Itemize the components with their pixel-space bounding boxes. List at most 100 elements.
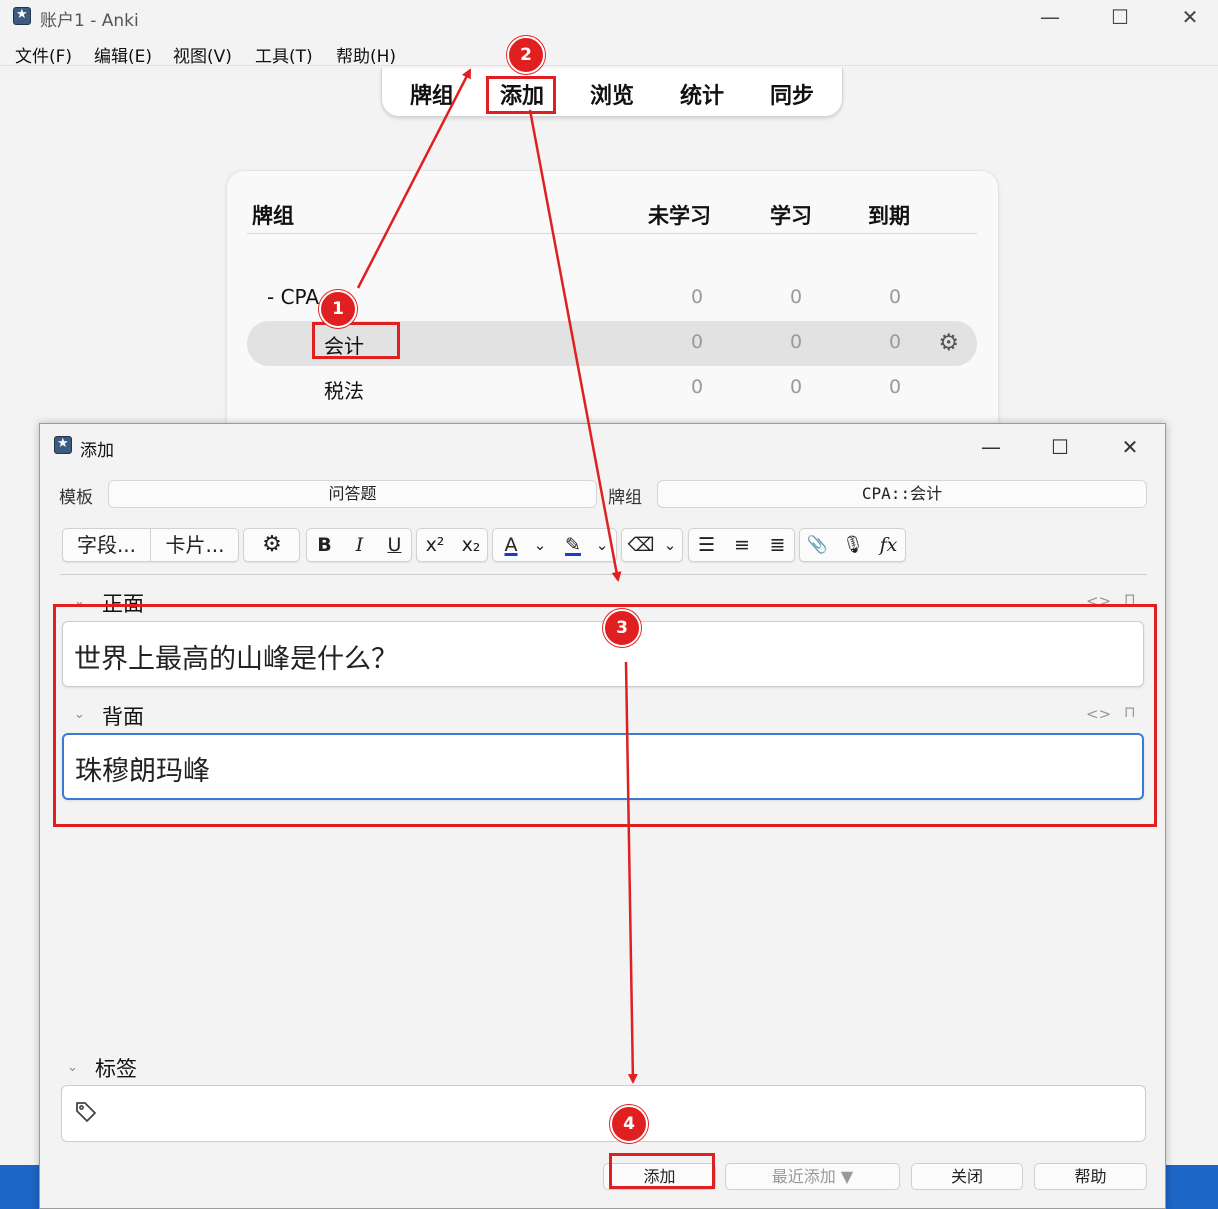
subscript-button[interactable]: x₂ (453, 529, 489, 561)
dialog-minimize-button[interactable]: — (968, 432, 1014, 462)
menu-edit[interactable]: 编辑(E) (94, 42, 152, 67)
tag-icon (76, 1102, 96, 1122)
deck-learn-count: 0 (789, 286, 803, 308)
deck-header-due: 到期 (868, 204, 910, 228)
back-field-editor[interactable]: 珠穆朗玛峰 (62, 733, 1144, 800)
html-editor-icon[interactable]: <> (1086, 592, 1111, 610)
superscript-button[interactable]: x² (417, 529, 453, 561)
deck-new-count: 0 (690, 286, 704, 308)
menu-bar: 文件(F) 编辑(E) 视图(V) 工具(T) 帮助(H) (0, 36, 1218, 67)
help-button[interactable]: 帮助 (1034, 1163, 1147, 1190)
deck-header-divider (247, 233, 977, 234)
window-title: 账户1 - Anki (40, 11, 139, 31)
attach-icon[interactable]: 📎 (800, 529, 835, 561)
tab-add[interactable]: 添加 (500, 78, 544, 110)
dialog-title: 添加 (80, 441, 114, 461)
front-field-editor[interactable]: 世界上最高的山峰是什么？ (62, 621, 1144, 687)
deck-learn-count: 0 (789, 376, 803, 398)
tab-browse[interactable]: 浏览 (590, 78, 634, 110)
tab-sync[interactable]: 同步 (770, 78, 814, 110)
chevron-down-icon[interactable]: ⌄ (589, 529, 615, 561)
bullet-list-icon[interactable]: ☰ (689, 529, 724, 561)
options-group: ⚙ (243, 528, 300, 562)
deck-due-count: 0 (888, 331, 902, 353)
deck-row-selected[interactable]: 会计 0 0 0 ⚙ (247, 321, 977, 366)
menu-tools[interactable]: 工具(T) (255, 42, 313, 67)
deck-name[interactable]: 税法 (324, 375, 364, 404)
underline-button[interactable]: U (377, 529, 412, 561)
chevron-down-icon[interactable]: ⌄ (74, 707, 85, 722)
taskbar-left (0, 1165, 39, 1209)
deck-due-count: 0 (888, 286, 902, 308)
media-group: 📎 🎙 𝑓x (799, 528, 906, 562)
microphone-icon[interactable]: 🎙 (835, 529, 871, 561)
minimize-button[interactable]: — (1027, 2, 1073, 32)
anki-logo-icon (54, 436, 72, 454)
chevron-down-icon[interactable]: ⌄ (67, 1060, 78, 1075)
chevron-down-icon[interactable]: ⌄ (658, 529, 682, 561)
deck-label: 牌组 (608, 488, 642, 508)
pin-icon[interactable]: ⊓ (1124, 590, 1136, 608)
add-note-button[interactable]: 添加 (603, 1163, 716, 1190)
close-dialog-button[interactable]: 关闭 (911, 1163, 1023, 1190)
deck-learn-count: 0 (789, 331, 803, 353)
text-color-button[interactable]: A (495, 529, 527, 561)
numbered-list-icon[interactable]: ≡ (724, 529, 760, 561)
fields-button[interactable]: 字段... (63, 529, 151, 561)
toolbar-divider (60, 574, 1147, 575)
front-field-text: 世界上最高的山峰是什么？ (74, 644, 398, 675)
deck-due-count: 0 (888, 376, 902, 398)
cards-button[interactable]: 卡片... (151, 529, 239, 561)
deck-row[interactable]: 税法 0 0 0 (247, 366, 977, 411)
bold-button[interactable]: B (307, 529, 342, 561)
color-group: A ⌄ ✎ ⌄ (492, 528, 617, 562)
eraser-icon[interactable]: ⌫ (624, 529, 658, 561)
back-field-text: 珠穆朗玛峰 (75, 756, 210, 787)
deck-new-count: 0 (690, 331, 704, 353)
main-toolbar: 牌组 添加 浏览 统计 同步 (381, 68, 843, 117)
note-type-selector[interactable]: 问答题 (108, 480, 597, 508)
deck-name[interactable]: - CPA (267, 285, 319, 309)
html-editor-icon[interactable]: <> (1086, 705, 1111, 723)
anki-logo-icon (13, 7, 31, 25)
tags-input[interactable] (61, 1085, 1146, 1142)
italic-button[interactable]: I (342, 529, 377, 561)
deck-header-name: 牌组 (252, 204, 294, 228)
field-label-front: 正面 (102, 592, 144, 616)
chevron-down-icon[interactable]: ⌄ (527, 529, 553, 561)
fields-cards-group: 字段... 卡片... (62, 528, 239, 562)
deck-row[interactable]: - CPA 0 0 0 (247, 276, 977, 321)
field-label-back: 背面 (102, 705, 144, 729)
note-type-label: 模板 (59, 488, 93, 508)
deck-header-new: 未学习 (648, 204, 711, 228)
eraser-group: ⌫ ⌄ (621, 528, 683, 562)
script-group: x² x₂ (416, 528, 488, 562)
deck-name[interactable]: 会计 (324, 330, 364, 359)
highlight-icon[interactable]: ✎ (557, 529, 589, 561)
list-group: ☰ ≡ ≣ (688, 528, 795, 562)
math-icon[interactable]: 𝑓x (871, 529, 906, 561)
menu-help[interactable]: 帮助(H) (336, 42, 396, 67)
history-button[interactable]: 最近添加 ▼ (725, 1163, 900, 1190)
menu-view[interactable]: 视图(V) (173, 42, 232, 67)
menu-file[interactable]: 文件(F) (15, 42, 72, 67)
deck-new-count: 0 (690, 376, 704, 398)
tab-stats[interactable]: 统计 (680, 78, 724, 110)
text-style-group: B I U (306, 528, 412, 562)
main-titlebar: 账户1 - Anki — ☐ ✕ (0, 0, 1218, 34)
tab-decks[interactable]: 牌组 (410, 78, 454, 110)
tags-label: 标签 (95, 1057, 137, 1081)
align-icon[interactable]: ≣ (760, 529, 795, 561)
add-dialog: 添加 — ☐ ✕ 模板 问答题 牌组 CPA::会计 字段... 卡片... ⚙… (39, 423, 1166, 1209)
deck-header-learn: 学习 (770, 204, 812, 228)
gear-icon[interactable]: ⚙ (244, 529, 300, 561)
deck-options-gear-icon[interactable]: ⚙ (938, 330, 959, 356)
maximize-button[interactable]: ☐ (1097, 2, 1143, 32)
taskbar-right (1166, 1165, 1218, 1209)
chevron-down-icon[interactable]: ⌄ (74, 594, 85, 609)
close-button[interactable]: ✕ (1167, 2, 1213, 32)
dialog-close-button[interactable]: ✕ (1107, 432, 1153, 462)
pin-icon[interactable]: ⊓ (1124, 703, 1136, 721)
deck-selector[interactable]: CPA::会计 (657, 480, 1147, 508)
dialog-maximize-button[interactable]: ☐ (1037, 432, 1083, 462)
